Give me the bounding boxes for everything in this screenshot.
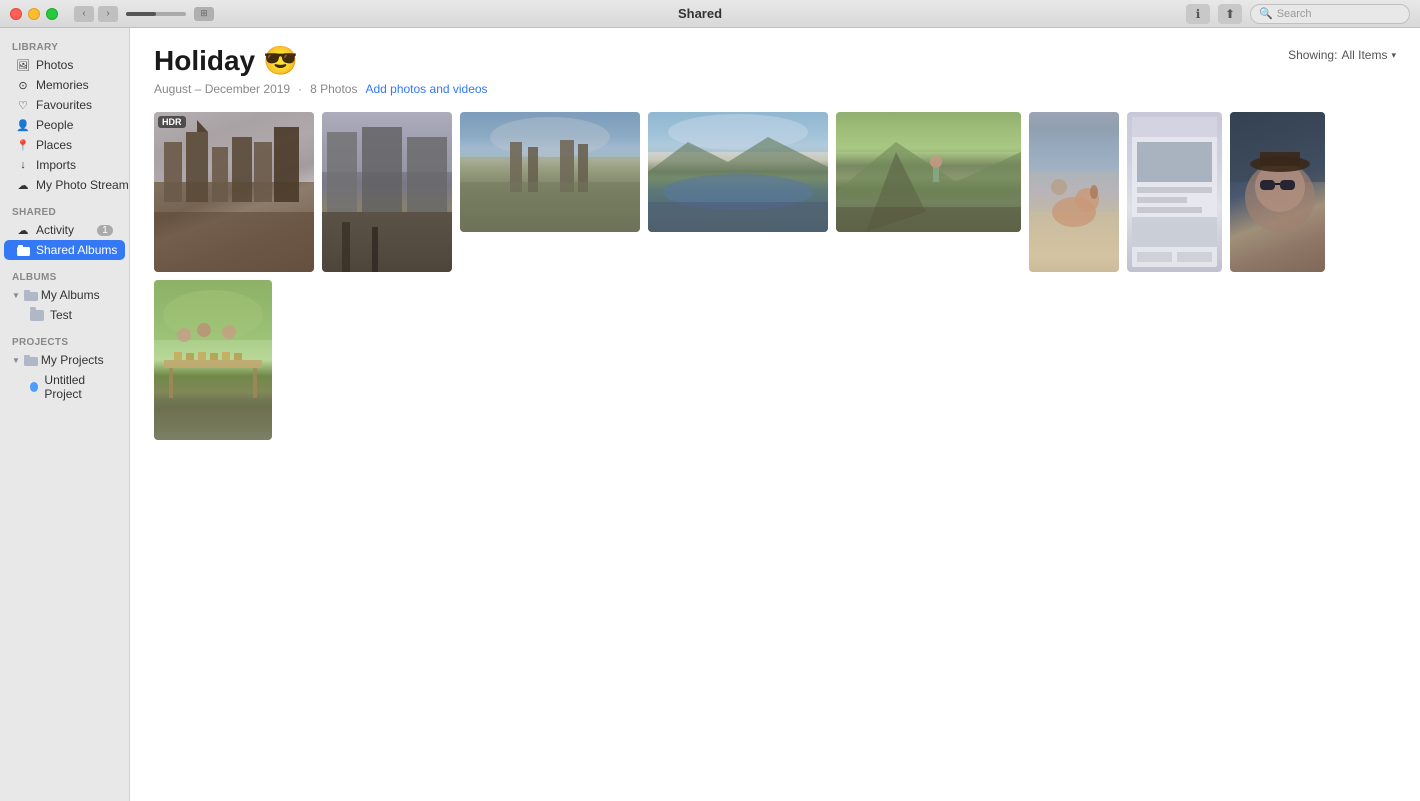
sidebar-item-test[interactable]: Test xyxy=(4,305,125,325)
photo-thumb[interactable] xyxy=(1127,112,1222,272)
sidebar-item-label: Photos xyxy=(36,58,113,72)
my-projects-label: My Projects xyxy=(41,353,104,367)
forward-button[interactable]: › xyxy=(98,6,118,22)
sidebar-item-sharedalbums[interactable]: Shared Albums xyxy=(4,240,125,260)
my-albums-folder-icon xyxy=(24,290,37,301)
chevron-down-icon: ▼ xyxy=(12,291,20,300)
photo-thumb[interactable] xyxy=(1029,112,1119,272)
close-button[interactable] xyxy=(10,8,22,20)
project-dot-icon xyxy=(30,382,38,392)
sidebar-item-label: Memories xyxy=(36,78,113,92)
photo-thumb[interactable] xyxy=(648,112,828,232)
sidebar-item-myphotostream[interactable]: ☁ My Photo Stream xyxy=(4,175,125,195)
album-emoji: 😎 xyxy=(263,44,298,78)
sidebar-item-activity[interactable]: ☁ Activity 1 xyxy=(4,220,125,240)
imports-icon: ↓ xyxy=(16,158,30,172)
sidebar-item-label: My Photo Stream xyxy=(36,178,129,192)
photo-thumb[interactable]: HDR xyxy=(154,112,314,272)
sidebar-item-photos[interactable]: 🖼 Photos xyxy=(4,55,125,75)
content-header: Holiday 😎 August – December 2019 · 8 Pho… xyxy=(130,28,1420,96)
hdr-badge: HDR xyxy=(158,116,186,128)
photo-thumb[interactable] xyxy=(1230,112,1325,272)
photos-icon: 🖼 xyxy=(16,58,30,72)
sidebar-item-favourites[interactable]: ♡ Favourites xyxy=(4,95,125,115)
chevron-down-icon[interactable]: ▾ xyxy=(1391,50,1396,61)
photo-thumb[interactable] xyxy=(154,280,272,440)
titlebar-right: ℹ ⬆ 🔍 Search xyxy=(1186,4,1410,24)
activity-icon: ☁ xyxy=(16,223,30,237)
album-meta: August – December 2019 · 8 Photos Add ph… xyxy=(154,82,1396,96)
sidebar-item-untitled-project[interactable]: Untitled Project xyxy=(4,370,125,404)
albums-section-label: Albums xyxy=(0,266,129,285)
add-photos-link[interactable]: Add photos and videos xyxy=(365,82,487,96)
photo-thumb[interactable] xyxy=(460,112,640,232)
my-albums-label: My Albums xyxy=(41,288,100,302)
meta-separator: · xyxy=(298,82,302,96)
photo-grid: HDR xyxy=(130,96,1420,801)
my-albums-group[interactable]: ▼ My Albums xyxy=(4,285,125,305)
places-icon: 📍 xyxy=(16,138,30,152)
sidebar-item-places[interactable]: 📍 Places xyxy=(4,135,125,155)
date-range: August – December 2019 xyxy=(154,82,290,96)
zoom-slider-area xyxy=(126,12,186,16)
traffic-lights xyxy=(10,8,58,20)
photostream-icon: ☁ xyxy=(16,178,30,192)
my-projects-group[interactable]: ▼ My Projects xyxy=(4,350,125,370)
photo-thumb[interactable] xyxy=(836,112,1021,232)
chevron-down-icon: ▼ xyxy=(12,356,20,365)
projects-section-label: Projects xyxy=(0,331,129,350)
grid-view-button[interactable]: ⊞ xyxy=(194,7,214,21)
maximize-button[interactable] xyxy=(46,8,58,20)
memories-icon: ⊙ xyxy=(16,78,30,92)
favourites-icon: ♡ xyxy=(16,98,30,112)
search-placeholder: Search xyxy=(1277,8,1312,20)
sidebar-item-imports[interactable]: ↓ Imports xyxy=(4,155,125,175)
nav-buttons: ‹ › xyxy=(74,6,118,22)
activity-badge: 1 xyxy=(97,225,113,236)
sidebar-item-memories[interactable]: ⊙ Memories xyxy=(4,75,125,95)
showing-value: All Items xyxy=(1341,48,1387,62)
sidebar: Library 🖼 Photos ⊙ Memories ♡ Favourites… xyxy=(0,28,130,801)
sidebar-item-label: Favourites xyxy=(36,98,113,112)
my-projects-folder-icon xyxy=(24,355,37,366)
sidebar-item-label: Activity xyxy=(36,223,91,237)
main-content: Holiday 😎 August – December 2019 · 8 Pho… xyxy=(130,28,1420,801)
showing-filter: Showing: All Items ▾ xyxy=(1288,48,1396,62)
album-title: Holiday 😎 xyxy=(154,44,1396,78)
minimize-button[interactable] xyxy=(28,8,40,20)
search-icon: 🔍 xyxy=(1259,7,1273,20)
sidebar-item-label: People xyxy=(36,118,113,132)
window-title: Shared xyxy=(678,6,722,21)
sidebar-item-label: Imports xyxy=(36,158,113,172)
info-button[interactable]: ℹ xyxy=(1186,4,1210,24)
sharedalbums-icon xyxy=(16,243,30,257)
share-button[interactable]: ⬆ xyxy=(1218,4,1242,24)
sidebar-item-label: Places xyxy=(36,138,113,152)
showing-label: Showing: xyxy=(1288,48,1337,62)
zoom-slider[interactable] xyxy=(126,12,186,16)
library-section-label: Library xyxy=(0,36,129,55)
sidebar-item-label: Shared Albums xyxy=(36,243,117,257)
photo-thumb[interactable] xyxy=(322,112,452,272)
sidebar-item-label: Test xyxy=(50,308,72,322)
titlebar: ‹ › ⊞ Shared ℹ ⬆ 🔍 Search xyxy=(0,0,1420,28)
test-folder-icon xyxy=(30,310,44,321)
shared-section-label: Shared xyxy=(0,201,129,220)
back-button[interactable]: ‹ xyxy=(74,6,94,22)
search-box[interactable]: 🔍 Search xyxy=(1250,4,1410,24)
photo-count: 8 Photos xyxy=(310,82,357,96)
sidebar-item-label: Untitled Project xyxy=(44,373,113,401)
app-body: Library 🖼 Photos ⊙ Memories ♡ Favourites… xyxy=(0,28,1420,801)
people-icon: 👤 xyxy=(16,118,30,132)
sidebar-item-people[interactable]: 👤 People xyxy=(4,115,125,135)
titlebar-left: ‹ › ⊞ xyxy=(10,6,214,22)
